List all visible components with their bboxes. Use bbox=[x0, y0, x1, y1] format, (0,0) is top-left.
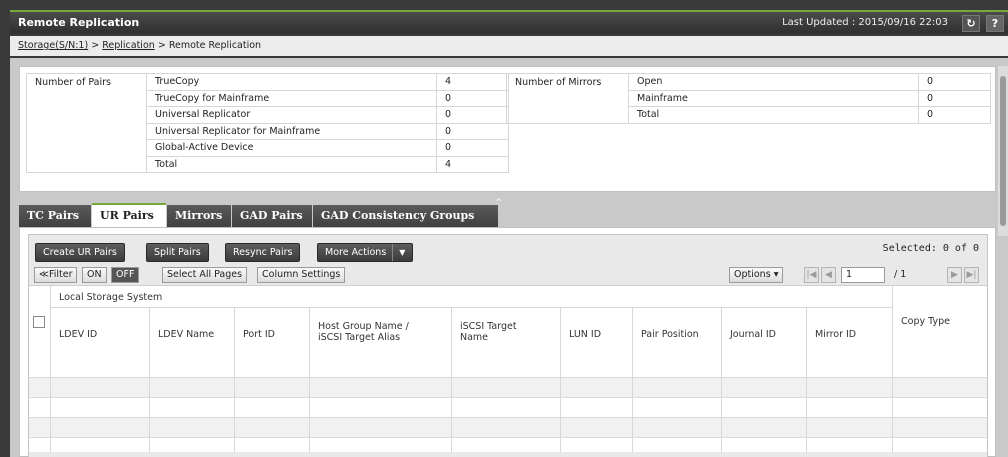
table-row[interactable] bbox=[29, 358, 987, 378]
col-ldev-name[interactable]: LDEV Name bbox=[158, 329, 214, 340]
pair-count-value: 4 bbox=[436, 73, 509, 91]
col-host-group-line2: iSCSI Target Alias bbox=[318, 332, 401, 343]
selected-count: Selected: 0 of 0 bbox=[882, 243, 979, 254]
page-scrollbar[interactable] bbox=[998, 66, 1008, 236]
mirrors-summary-table: Number of Mirrors Open 0 Mainframe 0 Tota… bbox=[506, 73, 991, 124]
mirror-count-value: 0 bbox=[918, 89, 991, 107]
breadcrumb-separator: > bbox=[157, 40, 166, 51]
filter-off-button[interactable]: OFF bbox=[111, 267, 140, 283]
window-title: Remote Replication bbox=[18, 16, 140, 29]
breadcrumb-storage-link[interactable]: Storage(S/N:1) bbox=[18, 40, 88, 51]
ur-pairs-table-area: Create UR Pairs Split Pairs Resync Pairs… bbox=[28, 234, 988, 457]
tab-ur-pairs[interactable]: UR Pairs bbox=[92, 203, 166, 227]
table-header: Local Storage System LDEV ID LDEV Name P… bbox=[29, 285, 987, 359]
resync-pairs-button[interactable]: Resync Pairs bbox=[225, 243, 301, 262]
table-row[interactable] bbox=[29, 378, 987, 398]
window-titlebar: Remote Replication Last Updated : 2015/0… bbox=[10, 10, 1008, 34]
pair-count-value: 4 bbox=[436, 155, 509, 173]
column-settings-button[interactable]: Column Settings bbox=[257, 267, 346, 283]
chevron-down-icon: ▾ bbox=[773, 269, 779, 280]
col-pair-position[interactable]: Pair Position bbox=[641, 329, 699, 340]
mirror-type-label: Open bbox=[628, 73, 919, 91]
pair-type-label: TrueCopy bbox=[146, 73, 437, 91]
pair-type-label: Universal Replicator for Mainframe bbox=[146, 122, 437, 140]
pair-count-value: 0 bbox=[436, 122, 509, 140]
filter-toggle-button[interactable]: ≪Filter bbox=[34, 267, 78, 283]
pair-type-label: Universal Replicator bbox=[146, 106, 437, 124]
tab-gad-consistency-groups[interactable]: GAD Consistency Groups bbox=[313, 205, 498, 227]
pair-type-label: Global-Active Device bbox=[146, 139, 437, 157]
select-all-pages-button[interactable]: Select All Pages bbox=[162, 267, 248, 283]
scrollbar-thumb[interactable] bbox=[1000, 76, 1006, 226]
more-actions-label: More Actions bbox=[325, 247, 387, 258]
mirror-type-label: Total bbox=[628, 106, 919, 124]
col-lun-id[interactable]: LUN ID bbox=[569, 329, 601, 340]
table-row[interactable] bbox=[29, 398, 987, 418]
breadcrumb-replication-link[interactable]: Replication bbox=[102, 40, 155, 51]
refresh-icon[interactable]: ↻ bbox=[962, 15, 980, 32]
help-icon[interactable]: ? bbox=[986, 15, 1004, 32]
breadcrumb-separator: > bbox=[91, 40, 100, 51]
summary-panel: Number of Pairs TrueCopy 4 TrueCopy for … bbox=[19, 66, 996, 192]
pairs-header: Number of Pairs bbox=[26, 73, 147, 173]
col-journal-id[interactable]: Journal ID bbox=[730, 329, 776, 340]
options-label: Options bbox=[734, 269, 771, 280]
last-updated-text: Last Updated : 2015/09/16 22:03 bbox=[782, 17, 948, 28]
table-row[interactable] bbox=[29, 418, 987, 438]
next-page-icon[interactable]: ▶ bbox=[947, 267, 962, 283]
create-ur-pairs-button[interactable]: Create UR Pairs bbox=[35, 243, 125, 262]
filter-bar: ≪Filter ON OFF Select All Pages Column S… bbox=[29, 265, 987, 285]
col-iscsi-line2: Name bbox=[460, 332, 489, 343]
pair-count-value: 0 bbox=[436, 106, 509, 124]
col-ldev-id[interactable]: LDEV ID bbox=[59, 329, 97, 340]
local-storage-system-header: Local Storage System bbox=[59, 292, 163, 303]
first-page-icon[interactable]: |◀ bbox=[804, 267, 819, 283]
col-copy-type[interactable]: Copy Type bbox=[901, 316, 950, 327]
tab-bar: ^ TC Pairs UR Pairs Mirrors GAD Pairs GA… bbox=[10, 198, 1008, 227]
table-row[interactable] bbox=[29, 438, 987, 452]
mirror-count-value: 0 bbox=[918, 73, 991, 91]
filter-collapse-icon: ≪ bbox=[39, 269, 49, 280]
mirror-type-label: Mainframe bbox=[628, 89, 919, 107]
main-content: Number of Pairs TrueCopy 4 TrueCopy for … bbox=[10, 58, 1008, 457]
pairs-summary-table: Number of Pairs TrueCopy 4 TrueCopy for … bbox=[26, 73, 509, 173]
options-dropdown[interactable]: Options ▾ bbox=[729, 267, 784, 283]
breadcrumb-current: Remote Replication bbox=[168, 40, 262, 51]
col-host-group-name[interactable]: Host Group Name / iSCSI Target Alias bbox=[318, 321, 409, 343]
select-all-checkbox[interactable] bbox=[33, 316, 45, 328]
split-pairs-button[interactable]: Split Pairs bbox=[146, 243, 209, 262]
more-actions-dropdown[interactable]: More Actions ▼ bbox=[317, 243, 414, 262]
pair-type-label: TrueCopy for Mainframe bbox=[146, 89, 437, 107]
page-number-input[interactable]: 1 bbox=[841, 267, 885, 283]
col-mirror-id[interactable]: Mirror ID bbox=[815, 329, 856, 340]
col-iscsi-target-name[interactable]: iSCSI Target Name bbox=[460, 321, 517, 343]
col-host-group-line1: Host Group Name / bbox=[318, 321, 409, 332]
mirror-count-value: 0 bbox=[918, 106, 991, 124]
ur-pairs-panel: Create UR Pairs Split Pairs Resync Pairs… bbox=[19, 227, 996, 457]
tab-tc-pairs[interactable]: TC Pairs bbox=[19, 205, 91, 227]
pair-count-value: 0 bbox=[436, 89, 509, 107]
mirrors-header: Number of Mirrors bbox=[506, 73, 629, 124]
prev-page-icon[interactable]: ◀ bbox=[821, 267, 836, 283]
pair-count-value: 0 bbox=[436, 139, 509, 157]
filter-label: Filter bbox=[48, 269, 73, 280]
tab-mirrors[interactable]: Mirrors bbox=[167, 205, 231, 227]
dropdown-arrow-icon: ▼ bbox=[392, 244, 405, 261]
tab-gad-pairs[interactable]: GAD Pairs bbox=[232, 205, 312, 227]
filter-on-button[interactable]: ON bbox=[82, 267, 107, 283]
breadcrumb: Storage(S/N:1) > Replication > Remote Re… bbox=[10, 36, 1008, 56]
page-total: / 1 bbox=[894, 269, 907, 280]
col-iscsi-line1: iSCSI Target bbox=[460, 321, 517, 332]
pair-type-label: Total bbox=[146, 155, 437, 173]
col-port-id[interactable]: Port ID bbox=[243, 329, 275, 340]
last-page-icon[interactable]: ▶| bbox=[964, 267, 979, 283]
